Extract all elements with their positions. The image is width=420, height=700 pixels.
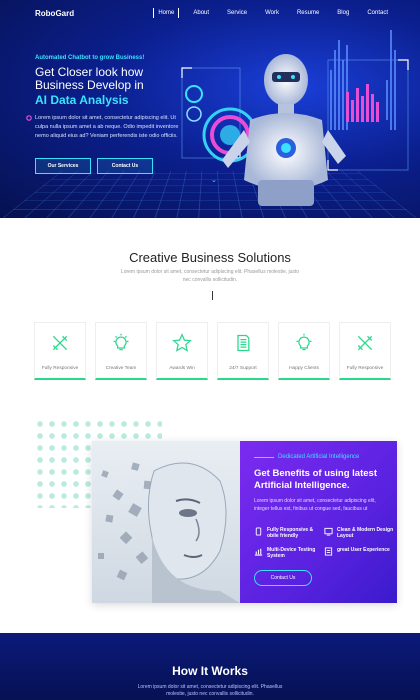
feature-card[interactable]: Awards Win xyxy=(156,322,208,380)
nav-item-contact[interactable]: Contact xyxy=(363,8,392,18)
ai-tag-text: Dedicated Artificial Intelligence xyxy=(278,454,360,460)
user-experience-icon xyxy=(324,547,333,556)
ai-heading: Get Benefits of using latest Artificial … xyxy=(254,468,377,491)
solutions-subtitle: Lorem ipsum dolor sit amet, consectetur … xyxy=(120,269,300,283)
ai-face-illustration xyxy=(98,462,240,603)
hero-heading-highlight: AI Data Analysis xyxy=(35,93,129,107)
feature-label: Happy Clients xyxy=(289,366,319,371)
hero-heading: Get Closer look how Business Develop in xyxy=(35,66,205,92)
ai-feature-item: great User Experience xyxy=(324,547,394,559)
ai-contact-button[interactable]: Contact Us xyxy=(254,570,312,586)
hero-buttons: Our Services Contact Us xyxy=(35,158,153,174)
scroll-down-icon[interactable]: ⌄ xyxy=(211,176,217,184)
ai-card: Dedicated Artificial Intelligence Get Be… xyxy=(92,441,397,603)
ai-feature-label: Clean & Modern Design Layout xyxy=(337,527,394,539)
tag-line xyxy=(254,456,274,458)
hero-heading-line2: Business Develop in xyxy=(35,78,144,92)
hero-tagline: Automated Chatbot to grow Business! xyxy=(35,55,145,61)
tools-icon xyxy=(357,335,373,351)
ai-face-image xyxy=(92,441,240,603)
ai-paragraph: Lorem ipsum dolor sit amet, consectetur … xyxy=(254,498,376,512)
design-icon xyxy=(324,527,333,536)
chart-icon xyxy=(254,548,263,556)
feature-card[interactable]: Creative Team xyxy=(95,322,147,380)
lightbulb-icon xyxy=(113,333,129,351)
mobile-icon xyxy=(255,527,262,536)
text-cursor xyxy=(212,291,213,300)
ai-tag: Dedicated Artificial Intelligence xyxy=(254,454,359,460)
nav-item-home[interactable]: Home xyxy=(153,8,180,18)
our-services-button[interactable]: Our Services xyxy=(35,158,91,174)
feature-card[interactable]: Fully Responsive xyxy=(34,322,86,380)
feature-cards: Fully Responsive Creative Team Awards Wi… xyxy=(34,322,391,380)
star-icon xyxy=(172,333,192,352)
contact-us-button[interactable]: Contact Us xyxy=(97,158,153,174)
nav-item-resume[interactable]: Resume xyxy=(293,8,323,18)
ai-feature-item: Clean & Modern Design Layout xyxy=(324,527,394,539)
feature-card[interactable]: Fully Responsive xyxy=(339,322,391,380)
ai-feature-label: great User Experience xyxy=(337,547,390,553)
feature-card[interactable]: Happy Clients xyxy=(278,322,330,380)
ai-feature-item: Multi-Device Testing System xyxy=(254,547,324,559)
nav-item-work[interactable]: Work xyxy=(261,8,283,18)
document-icon xyxy=(237,334,250,352)
hero-paragraph: Lorem ipsum dolor sit amet, consectetur … xyxy=(26,114,185,141)
feature-label: Awards Win xyxy=(169,366,195,371)
navbar: RoboGard Home About Service Work Resume … xyxy=(0,0,420,28)
ai-info-panel: Dedicated Artificial Intelligence Get Be… xyxy=(240,441,397,603)
tools-icon xyxy=(52,335,68,351)
nav-item-blog[interactable]: Blog xyxy=(333,8,353,18)
feature-label: Fully Responsive xyxy=(346,366,384,371)
site-logo[interactable]: RoboGard xyxy=(35,9,74,18)
solutions-title: Creative Business Solutions xyxy=(129,250,291,265)
feature-label: Creative Team xyxy=(105,366,137,371)
nav-item-service[interactable]: Service xyxy=(223,8,251,18)
ai-feature-list: Fully Responsive & obile friendly Clean … xyxy=(254,527,394,559)
nav-item-about[interactable]: About xyxy=(189,8,213,18)
robot-illustration xyxy=(181,30,409,206)
ai-feature-label: Multi-Device Testing System xyxy=(267,547,316,559)
ai-feature-label: Fully Responsive & obile friendly xyxy=(267,527,314,539)
lightbulb-icon xyxy=(296,333,312,351)
ai-feature-item: Fully Responsive & obile friendly xyxy=(254,527,324,539)
feature-label: Fully Responsive xyxy=(41,366,79,371)
nav-menu: Home About Service Work Resume Blog Cont… xyxy=(153,8,392,18)
how-it-works-subtitle: Lorem ipsum dolor sit amet, consectetur … xyxy=(137,684,283,697)
circle-bullet-icon xyxy=(26,115,32,121)
hero-paragraph-text: Lorem ipsum dolor sit amet, consectetur … xyxy=(35,115,179,139)
feature-card[interactable]: 24/7 Support xyxy=(217,322,269,380)
how-it-works-title: How It Works xyxy=(172,664,248,678)
hero-section: RoboGard Home About Service Work Resume … xyxy=(0,0,420,218)
feature-label: 24/7 Support xyxy=(229,366,257,371)
